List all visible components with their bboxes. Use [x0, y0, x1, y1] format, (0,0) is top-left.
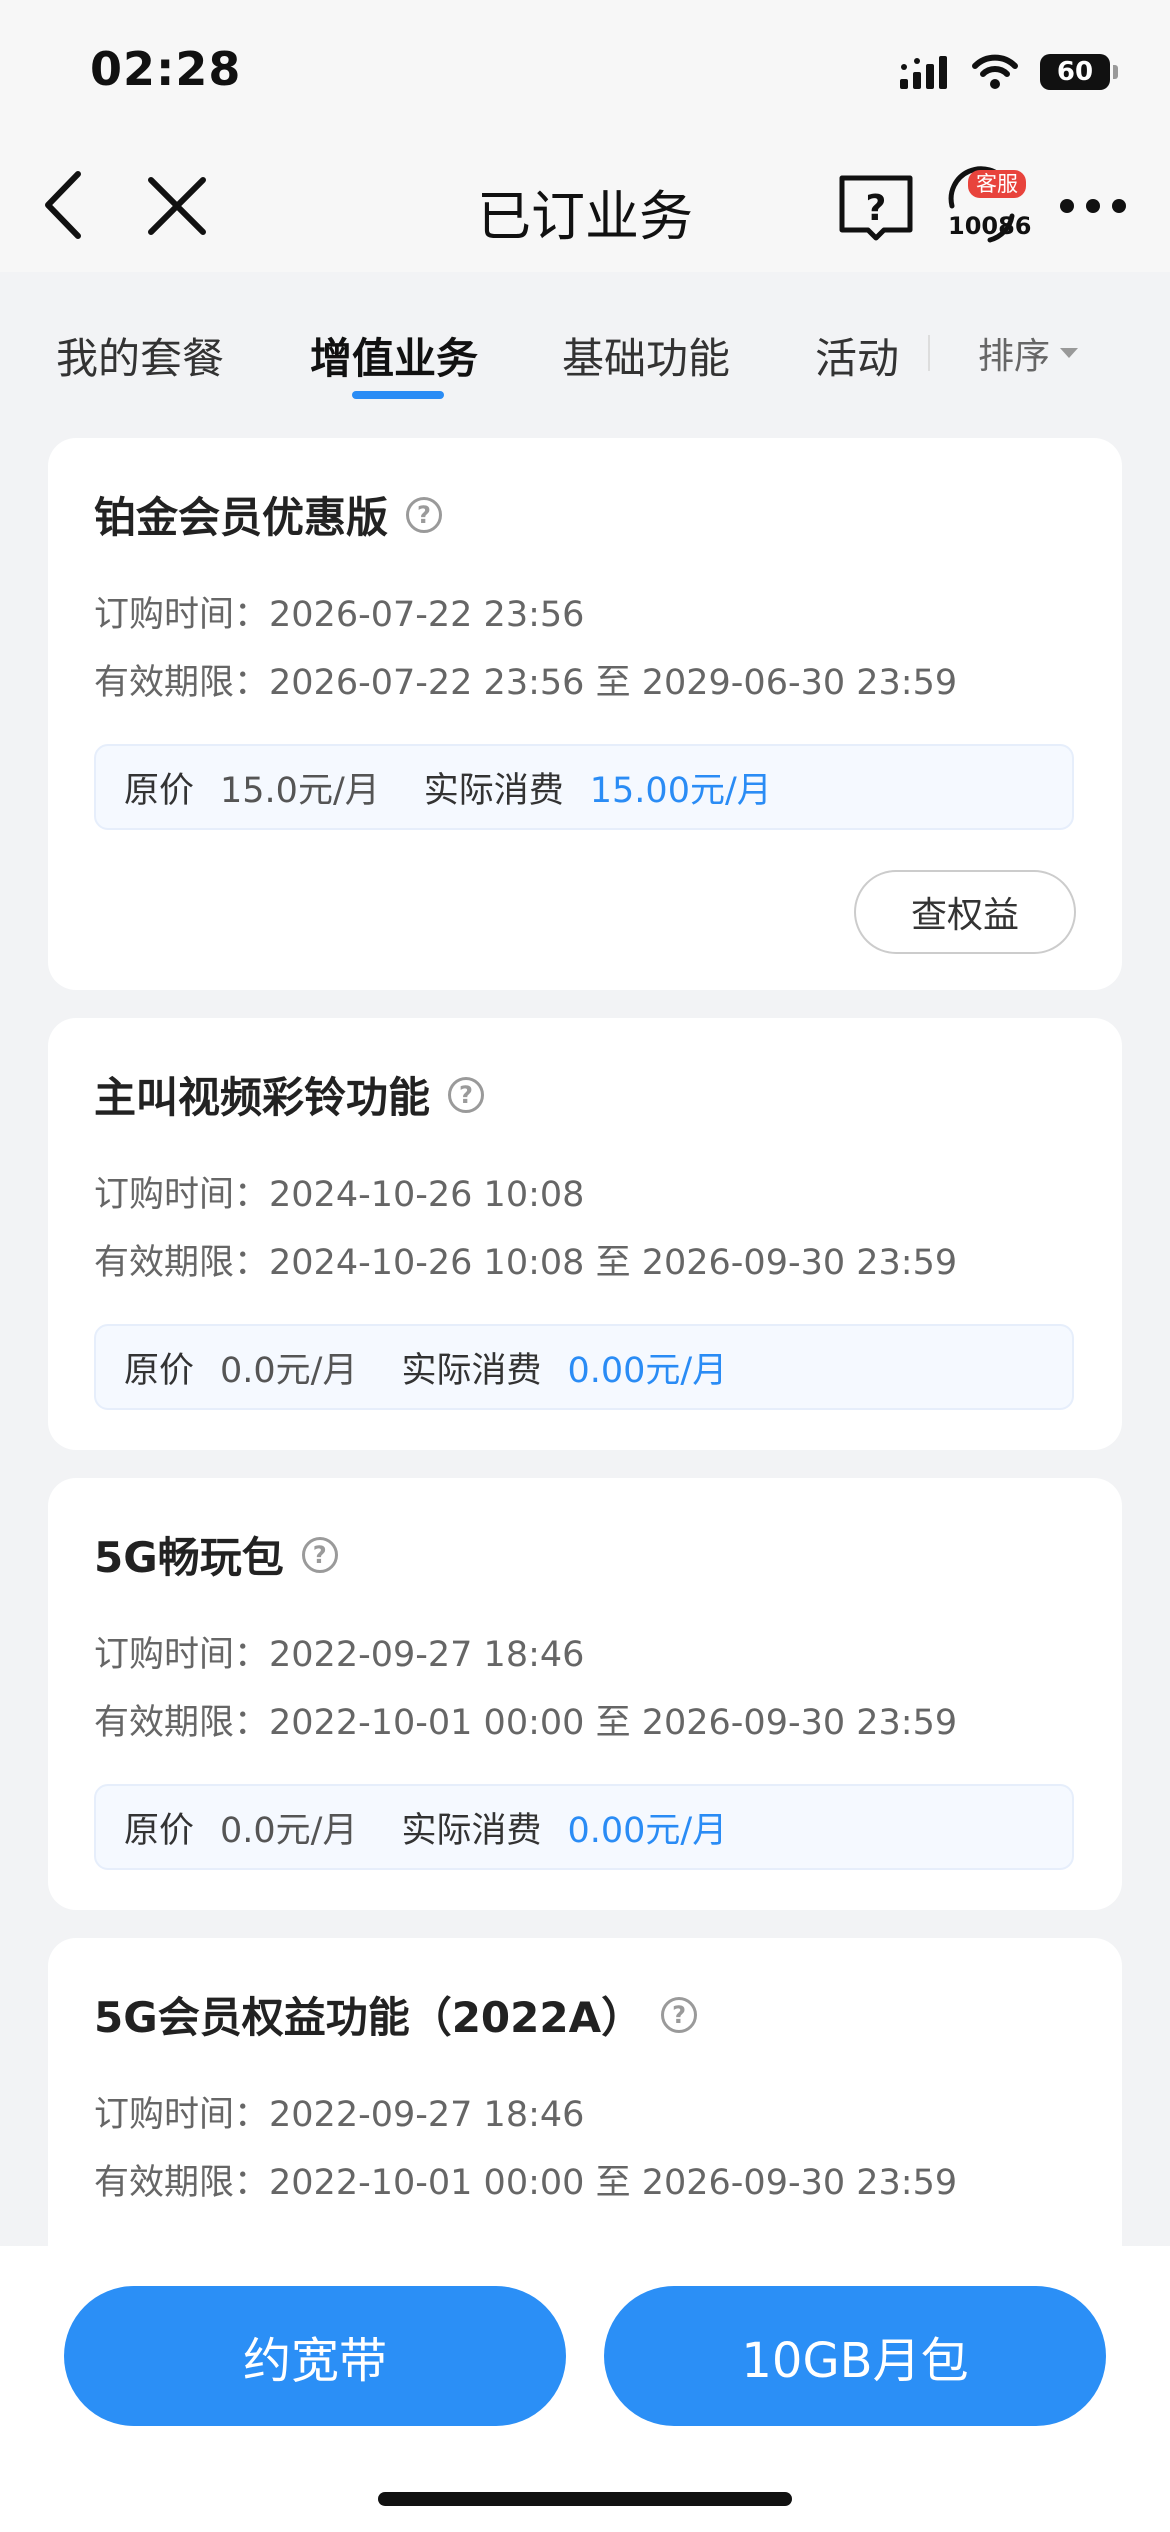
valid-from: 2026-07-22 23:56	[269, 663, 585, 703]
wifi-icon	[972, 54, 1018, 89]
customer-service-button[interactable]: 客服 10086	[940, 166, 1032, 246]
sort-button[interactable]: 排序	[978, 327, 1079, 379]
to-label: 至	[595, 663, 631, 703]
order-time-label: 订购时间：	[94, 595, 270, 635]
order-time-row: 订购时间：2022-09-27 18:46	[94, 1626, 584, 1677]
actual-cost-value: 0.00元/月	[567, 1810, 728, 1851]
service-title: 5G会员权益功能（2022A） ?	[94, 1984, 698, 2045]
sort-label: 排序	[978, 336, 1051, 377]
valid-period-row: 有效期限：2024-10-26 10:08 至 2026-09-30 23:59	[94, 1234, 957, 1285]
cs-badge: 客服	[968, 170, 1026, 198]
valid-to: 2029-06-30 23:59	[641, 663, 958, 703]
service-title: 铂金会员优惠版 ?	[94, 484, 443, 545]
book-broadband-button[interactable]: 约宽带	[64, 2286, 566, 2426]
to-label: 至	[595, 2163, 631, 2203]
price-box: 原价 15.0元/月 实际消费 15.00元/月	[94, 744, 1074, 830]
tab-divider	[928, 335, 930, 371]
service-card: 5G畅玩包 ? 订购时间：2022-09-27 18:46 有效期限：2022-…	[48, 1478, 1122, 1910]
battery-level: 60	[1056, 57, 1094, 87]
order-time-value: 2022-09-27 18:46	[269, 1635, 585, 1675]
actual-cost-label: 实际消费	[401, 1810, 542, 1851]
service-name: 铂金会员优惠版	[94, 493, 389, 542]
tab-activities[interactable]: 活动	[815, 325, 899, 386]
valid-period-row: 有效期限：2022-10-01 00:00 至 2026-09-30 23:59	[94, 2154, 957, 2205]
order-time-label: 订购时间：	[94, 1175, 270, 1215]
question-icon[interactable]: ?	[301, 1536, 338, 1573]
service-title: 5G畅玩包 ?	[94, 1524, 338, 1585]
valid-period-label: 有效期限：	[94, 1243, 270, 1283]
original-price-value: 0.0元/月	[220, 1350, 358, 1391]
caret-down-icon	[1060, 348, 1079, 358]
battery-icon: 60	[1040, 54, 1118, 90]
to-label: 至	[595, 1703, 631, 1743]
valid-from: 2022-10-01 00:00	[269, 2163, 585, 2203]
service-name: 主叫视频彩铃功能	[94, 1073, 431, 1122]
order-time-row: 订购时间：2026-07-22 23:56	[94, 586, 584, 637]
tab-bar: 我的套餐 增值业务 基础功能 活动 排序	[0, 295, 1170, 405]
original-price-label: 原价	[124, 1810, 195, 1851]
service-card: 主叫视频彩铃功能 ? 订购时间：2024-10-26 10:08 有效期限：20…	[48, 1018, 1122, 1450]
valid-from: 2024-10-26 10:08	[269, 1243, 585, 1283]
question-icon[interactable]: ?	[661, 1996, 698, 2033]
service-name: 5G畅玩包	[94, 1533, 284, 1582]
valid-to: 2026-09-30 23:59	[641, 1703, 958, 1743]
cs-number: 10086	[948, 212, 1032, 240]
signal-icon	[900, 56, 947, 89]
order-time-label: 订购时间：	[94, 2095, 270, 2135]
valid-to: 2026-09-30 23:59	[641, 1243, 958, 1283]
view-benefits-button[interactable]: 查权益	[854, 870, 1076, 954]
more-icon[interactable]	[1058, 196, 1128, 216]
actual-cost-value: 0.00元/月	[567, 1350, 728, 1391]
status-time: 02:28	[90, 42, 242, 96]
price-box: 原价 0.0元/月 实际消费 0.00元/月	[94, 1784, 1074, 1870]
status-icons: 60	[900, 52, 1118, 92]
valid-period-label: 有效期限：	[94, 2163, 270, 2203]
actual-cost-label: 实际消费	[401, 1350, 542, 1391]
question-icon[interactable]: ?	[406, 496, 443, 533]
tab-basic-functions[interactable]: 基础功能	[562, 325, 730, 386]
nav-bar: 已订业务 ? 客服 10086	[0, 150, 1170, 260]
original-price-value: 15.0元/月	[220, 770, 380, 811]
active-tab-indicator	[352, 391, 444, 399]
original-price-label: 原价	[124, 770, 195, 811]
actual-cost-value: 15.00元/月	[589, 770, 772, 811]
service-card: 铂金会员优惠版 ? 订购时间：2026-07-22 23:56 有效期限：202…	[48, 438, 1122, 990]
original-price-value: 0.0元/月	[220, 1810, 358, 1851]
valid-from: 2022-10-01 00:00	[269, 1703, 585, 1743]
price-box: 原价 0.0元/月 实际消费 0.00元/月	[94, 1324, 1074, 1410]
valid-to: 2026-09-30 23:59	[641, 2163, 958, 2203]
valid-period-label: 有效期限：	[94, 663, 270, 703]
order-time-row: 订购时间：2022-09-27 18:46	[94, 2086, 584, 2137]
order-time-value: 2024-10-26 10:08	[269, 1175, 585, 1215]
help-book-icon[interactable]: ?	[838, 172, 914, 242]
valid-period-row: 有效期限：2026-07-22 23:56 至 2029-06-30 23:59	[94, 654, 957, 705]
to-label: 至	[595, 1243, 631, 1283]
home-indicator[interactable]	[378, 2492, 792, 2506]
actual-cost-label: 实际消费	[423, 770, 564, 811]
question-icon[interactable]: ?	[448, 1076, 485, 1113]
tab-value-added[interactable]: 增值业务	[310, 325, 478, 386]
service-title: 主叫视频彩铃功能 ?	[94, 1064, 485, 1125]
valid-period-row: 有效期限：2022-10-01 00:00 至 2026-09-30 23:59	[94, 1694, 957, 1745]
order-time-label: 订购时间：	[94, 1635, 270, 1675]
svg-text:?: ?	[866, 188, 887, 229]
valid-period-label: 有效期限：	[94, 1703, 270, 1743]
monthly-data-pack-button[interactable]: 10GB月包	[604, 2286, 1106, 2426]
order-time-row: 订购时间：2024-10-26 10:08	[94, 1166, 584, 1217]
tab-my-plan[interactable]: 我的套餐	[56, 325, 224, 386]
order-time-value: 2022-09-27 18:46	[269, 2095, 585, 2135]
top-area: 02:28 60 已订业务 ? 客服 10086	[0, 0, 1170, 272]
original-price-label: 原价	[124, 1350, 195, 1391]
service-name: 5G会员权益功能（2022A）	[94, 1993, 644, 2042]
bottom-action-bar: 约宽带 10GB月包	[0, 2246, 1170, 2532]
order-time-value: 2026-07-22 23:56	[269, 595, 585, 635]
